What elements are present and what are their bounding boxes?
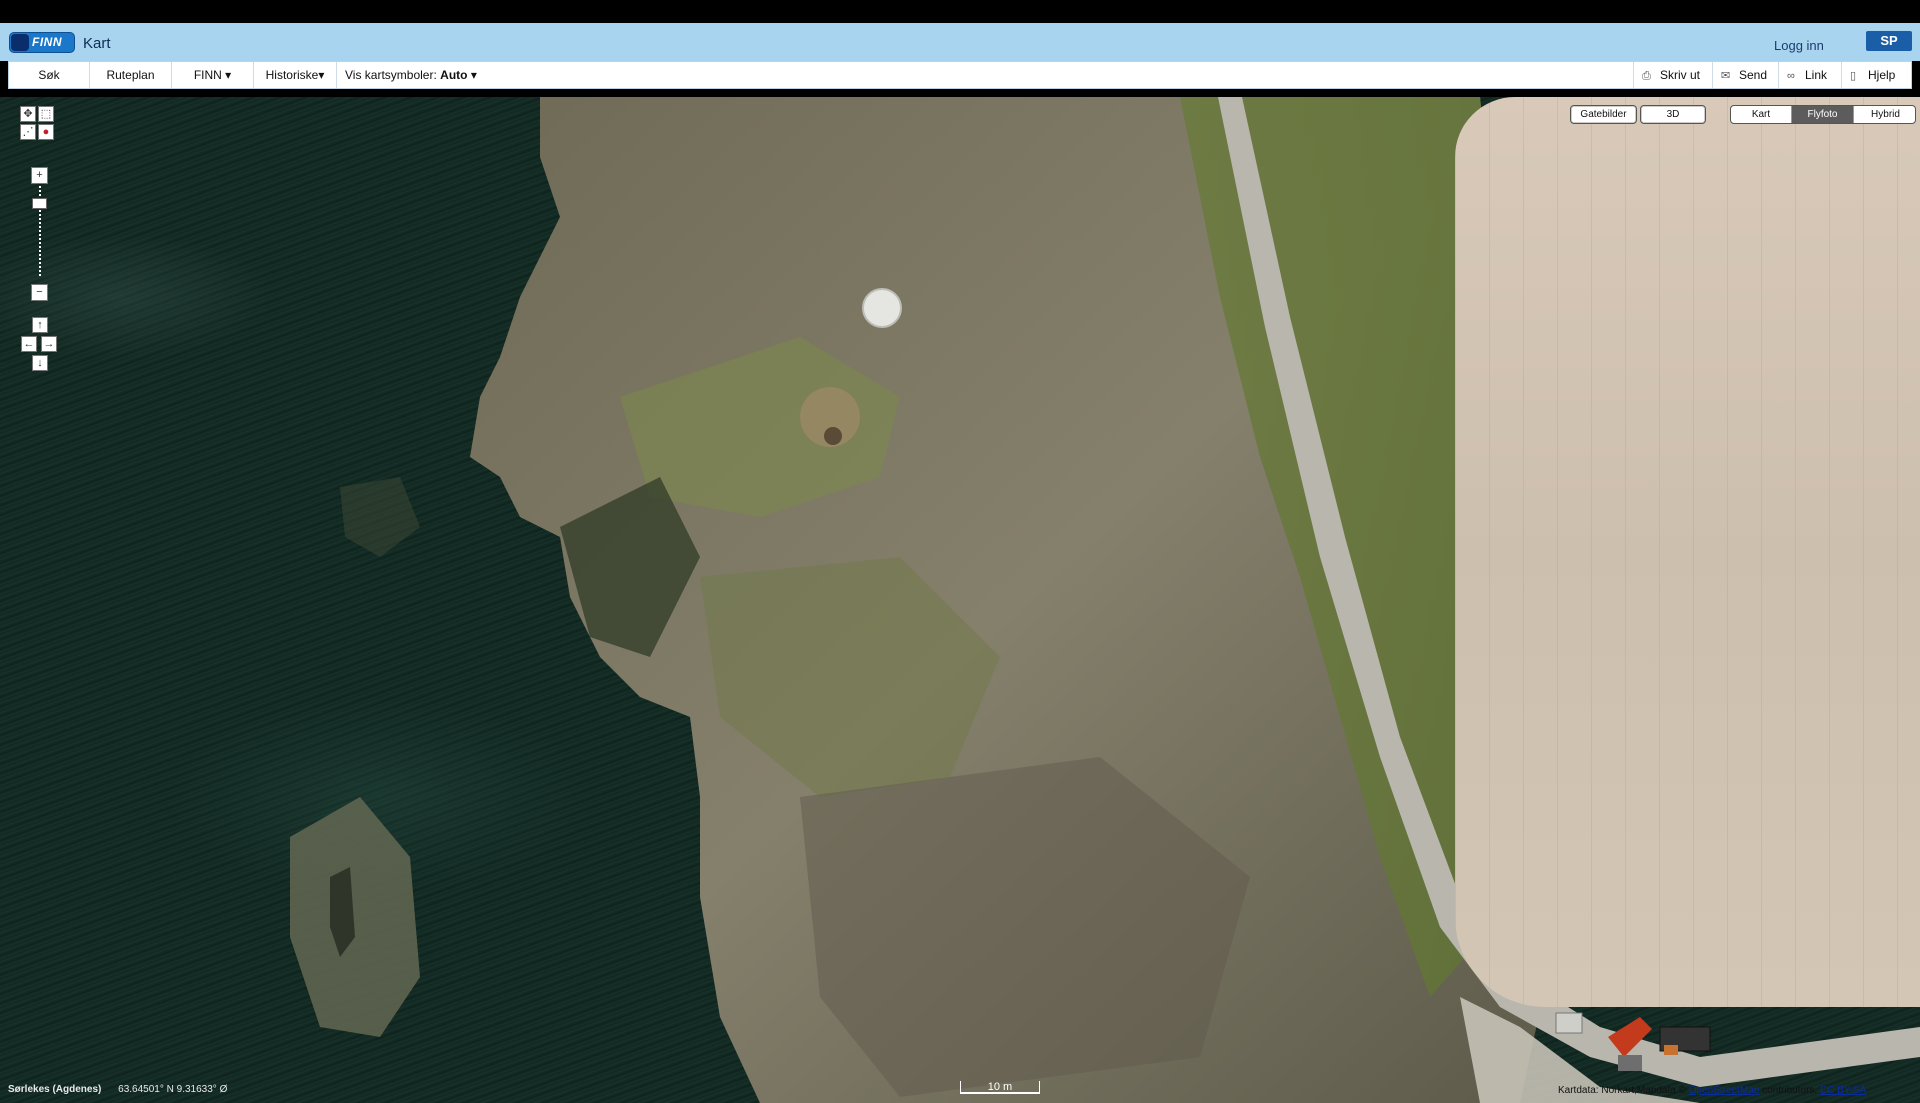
link-label: Link [1805, 68, 1828, 82]
map-type-switcher: Kart Flyfoto Hybrid [1730, 105, 1916, 124]
license-link[interactable]: CC BY-SA [1820, 1085, 1866, 1096]
logo-square-icon [11, 34, 29, 51]
route-plan-tab[interactable]: Ruteplan [90, 62, 172, 88]
marker-tool-icon[interactable]: ● [38, 124, 54, 140]
map-type-hybrid[interactable]: Hybrid [1854, 106, 1915, 123]
app-header: FINN Kart Logg inn SP [0, 23, 1920, 61]
search-tab[interactable]: Søk [9, 62, 90, 88]
location-label: Sørlekes (Agdenes) [8, 1084, 102, 1095]
logo-text: FINN [32, 35, 62, 49]
map-attribution: Kartdata: Norkart,Mapdata © OpenStreetMa… [1558, 1085, 1866, 1096]
map-type-flyfoto[interactable]: Flyfoto [1792, 106, 1854, 123]
printer-icon: ⎙ [1642, 70, 1651, 82]
openstreetmap-link[interactable]: OpenStreetMap [1689, 1085, 1760, 1096]
finn-menu[interactable]: FINN ▾ [172, 62, 254, 88]
map-symbols-value: Auto ▾ [440, 68, 477, 82]
pan-up-button[interactable]: ↑ [32, 317, 48, 333]
finn-logo[interactable]: FINN [9, 32, 75, 53]
attribution-prefix: Kartdata: Norkart,Mapdata © [1558, 1085, 1686, 1096]
main-toolbar: Søk Ruteplan FINN ▾ Historiske▾ Vis kart… [8, 61, 1912, 89]
pan-tool-icon[interactable]: ✥ [20, 106, 36, 122]
scale-bar: 10 m [960, 1081, 1040, 1094]
map-type-kart[interactable]: Kart [1731, 106, 1792, 123]
street-view-button[interactable]: Gatebilder [1570, 105, 1637, 124]
brand-badge[interactable]: SP [1866, 31, 1912, 51]
link-icon: ∞ [1787, 70, 1795, 82]
map-canvas[interactable]: ✥ ⬚ ⋰ ● + − ↑ ← → ↓ Gatebilder 3D Kart F… [0, 97, 1920, 1103]
coordinates-readout: 63.64501° N 9.31633° Ø [118, 1084, 228, 1095]
map-symbols-label: Vis kartsymboler: [345, 68, 437, 82]
login-link[interactable]: Logg inn [1774, 38, 1824, 53]
3d-view-button[interactable]: 3D [1640, 105, 1706, 124]
select-area-icon[interactable]: ⬚ [38, 106, 54, 122]
pan-left-button[interactable]: ← [21, 336, 37, 352]
map-symbols-select[interactable]: Vis kartsymboler: Auto ▾ [337, 62, 487, 88]
send-button[interactable]: ✉ Send [1712, 62, 1778, 88]
print-label: Skriv ut [1660, 68, 1701, 82]
pan-right-button[interactable]: → [41, 336, 57, 352]
measure-tool-icon[interactable]: ⋰ [20, 124, 36, 140]
print-button[interactable]: ⎙ Skriv ut [1633, 62, 1712, 88]
page-title: Kart [83, 35, 111, 52]
pan-down-button[interactable]: ↓ [32, 355, 48, 371]
help-icon: ▯ [1850, 70, 1857, 82]
farm-field [1455, 97, 1920, 1007]
help-label: Hjelp [1868, 68, 1896, 82]
zoom-in-button[interactable]: + [31, 167, 48, 184]
location-readout: Sørlekes (Agdenes) 63.64501° N 9.31633° … [8, 1084, 227, 1095]
window-top-bar [0, 0, 1920, 23]
scale-label: 10 m [987, 1081, 1013, 1093]
help-button[interactable]: ▯ Hjelp [1841, 62, 1911, 88]
zoom-slider-handle[interactable] [32, 198, 47, 209]
historical-menu[interactable]: Historiske▾ [254, 62, 337, 88]
attribution-middle: contributors, [1762, 1085, 1818, 1096]
link-button[interactable]: ∞ Link [1778, 62, 1841, 88]
send-label: Send [1739, 68, 1768, 82]
zoom-out-button[interactable]: − [31, 284, 48, 301]
mail-icon: ✉ [1721, 70, 1731, 82]
